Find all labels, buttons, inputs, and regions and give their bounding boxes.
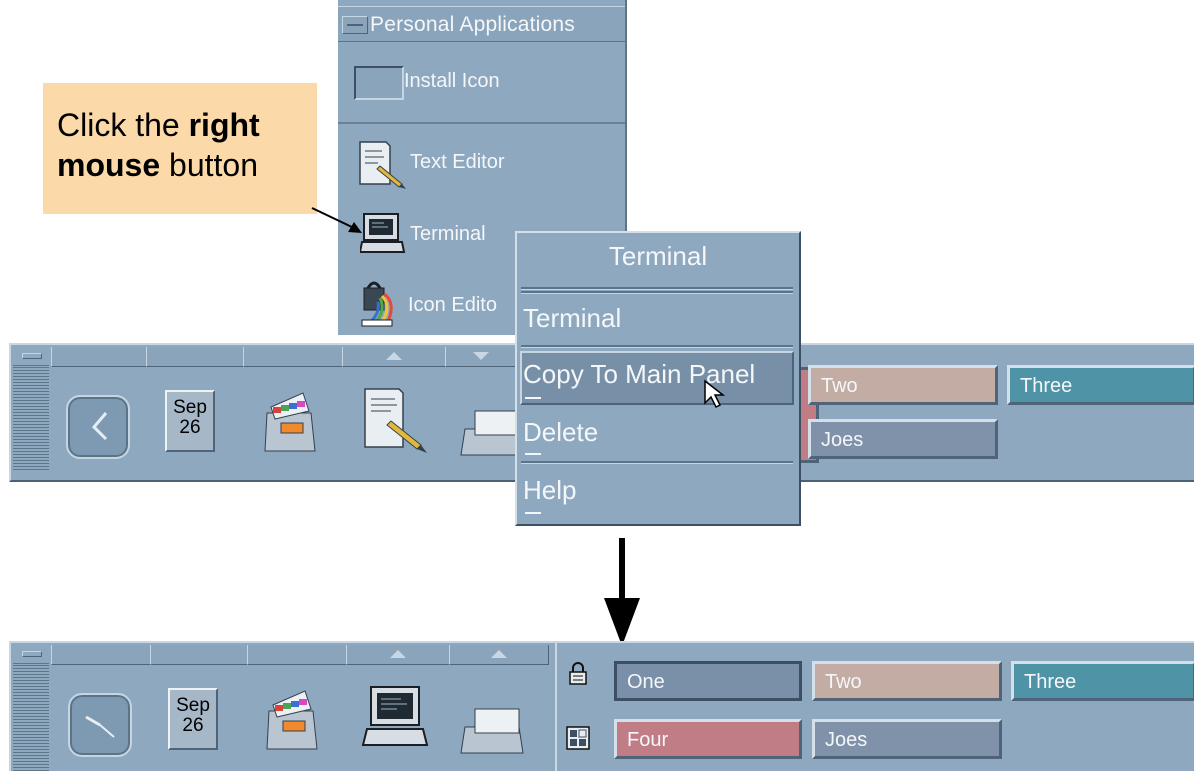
mail-subpanel-control[interactable] [449, 645, 549, 665]
mail-subpanel-control[interactable] [445, 347, 517, 367]
calendar-subpanel-control[interactable] [150, 645, 248, 665]
mnemonic-underline [525, 453, 541, 455]
subpanel-minimize-button[interactable] [342, 16, 368, 34]
arrow-down-icon [473, 352, 489, 360]
mnemonic-underline [525, 397, 541, 399]
callout-arrow-icon [311, 207, 362, 233]
menu-separator [521, 461, 793, 464]
instruction-callout: Click the right mouse button [43, 83, 317, 214]
subpanel-title: Personal Applications [370, 13, 575, 36]
workspace-button-two[interactable]: Two [808, 365, 998, 405]
icon-editor-icon [361, 281, 393, 327]
mouse-pointer-icon [704, 379, 726, 409]
result-arrow-icon [604, 538, 640, 646]
lock-icon[interactable] [567, 661, 589, 687]
workspace-button-joes[interactable]: Joes [812, 719, 1002, 759]
front-panel-after: Sep 26 One Two Three Four Joes [9, 641, 1194, 771]
personal-apps-subpanel-control[interactable] [342, 347, 446, 367]
text-editor-label: Text Editor [410, 151, 505, 173]
workspace-button-four[interactable]: Four [614, 719, 802, 759]
panel-minimize-button[interactable] [13, 347, 49, 366]
workspace-button-two[interactable]: Two [812, 661, 1002, 701]
files-subpanel-control[interactable] [243, 347, 343, 367]
clock-icon[interactable] [68, 693, 132, 757]
clock-subpanel-control[interactable] [51, 645, 151, 665]
panel-divider [555, 643, 557, 771]
menu-separator [521, 345, 793, 348]
mnemonic-underline [525, 512, 541, 514]
menu-item-terminal[interactable]: Terminal [523, 303, 621, 334]
calendar-icon[interactable]: Sep 26 [165, 390, 215, 452]
subpanel-titlebar: Personal Applications [338, 6, 625, 42]
file-manager-icon[interactable] [257, 385, 327, 455]
workspace-manager-icon[interactable] [565, 725, 591, 751]
calendar-subpanel-control[interactable] [146, 347, 244, 367]
workspace-button-joes[interactable]: Joes [808, 419, 998, 459]
mailer-icon[interactable] [459, 691, 529, 761]
terminal-label: Terminal [410, 223, 486, 245]
instruction-text: Click the right mouse button [57, 107, 260, 183]
personal-apps-subpanel-control[interactable] [346, 645, 450, 665]
panel-drag-handle[interactable] [13, 645, 49, 771]
files-subpanel-control[interactable] [247, 645, 347, 665]
clock-subpanel-control[interactable] [51, 347, 147, 367]
install-icon-label: Install Icon [404, 70, 500, 92]
terminal-popup-menu: Terminal Terminal Copy To Main Panel Del… [515, 231, 801, 526]
arrow-up-icon [386, 352, 402, 360]
install-icon-drop-zone[interactable]: Install Icon [338, 40, 625, 124]
menu-separator [521, 291, 793, 294]
clock-hands-icon [85, 715, 115, 738]
menu-separator [521, 287, 793, 290]
subpanel-item-text-editor[interactable]: Text Editor [338, 126, 625, 196]
workspace-button-three[interactable]: Three [1007, 365, 1194, 405]
workspace-button-one[interactable]: One [614, 661, 802, 701]
text-editor-icon [359, 141, 406, 189]
terminal-icon [360, 213, 406, 253]
menu-item-help[interactable]: Help [523, 475, 576, 506]
panel-drag-handle[interactable] [13, 347, 49, 472]
clock-icon[interactable] [66, 395, 130, 459]
terminal-panel-icon[interactable] [361, 683, 431, 753]
text-editor-panel-icon[interactable] [361, 385, 431, 455]
workspace-button-three[interactable]: Three [1011, 661, 1194, 701]
calendar-icon[interactable]: Sep 26 [168, 688, 218, 750]
panel-minimize-button[interactable] [13, 645, 49, 664]
install-icon-box-icon[interactable] [354, 66, 404, 100]
icon-editor-label: Icon Edito [408, 294, 497, 316]
menu-title: Terminal [608, 241, 708, 271]
clock-hands-icon [91, 412, 108, 441]
file-manager-icon[interactable] [259, 683, 329, 753]
arrow-up-icon [390, 650, 406, 658]
menu-item-delete[interactable]: Delete [523, 417, 598, 448]
arrow-up-icon [491, 650, 507, 658]
